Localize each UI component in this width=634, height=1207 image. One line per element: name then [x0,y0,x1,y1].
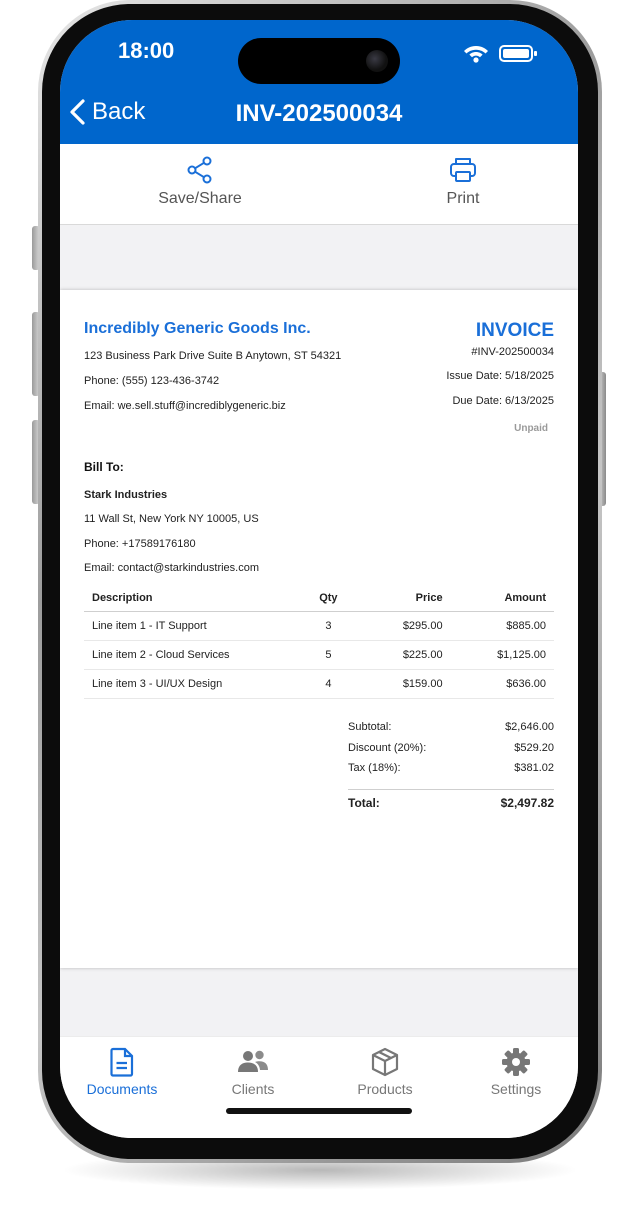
invoice-heading: INVOICE [475,320,554,341]
table-row: Line item 1 - IT Support 3 $295.00 $885.… [84,611,554,641]
tax-label: Tax (18%): [348,762,401,774]
nav-bar: Back INV-202500034 [60,90,578,144]
discount-row: Discount (20%): $529.20 [348,742,554,763]
table-header-row: Description Qty Price Amount [84,586,554,612]
tab-documents-label: Documents [86,1081,158,1097]
box-icon [371,1047,399,1077]
tab-clients-label: Clients [231,1081,275,1097]
total-label: Total: [348,795,380,810]
people-icon [238,1050,268,1072]
status-time: 18:00 [118,38,175,63]
tab-clients[interactable]: Clients [203,1047,303,1097]
save-share-button[interactable]: Save/Share [120,156,280,208]
document-icon [110,1047,134,1077]
discount-label: Discount (20%): [348,741,427,754]
status-bar: 18:00 [60,20,578,90]
line-items-table: Description Qty Price Amount Line item 1… [84,586,554,699]
column-header-amount: Amount [450,586,554,612]
client-address: 11 Wall St, New York NY 10005, US [84,513,259,525]
table-row: Line item 2 - Cloud Services 5 $225.00 $… [84,640,554,670]
issue-date: Issue Date: 5/18/2025 [446,370,554,382]
item-amount: $1,125.00 [450,640,554,670]
save-share-label: Save/Share [158,190,242,207]
screen: 18:00 Back INV-202500034 Save/Share Prin… [60,20,578,1138]
invoice-number: #INV-202500034 [471,346,554,358]
dynamic-island [238,38,400,84]
total-row: Total: $2,497.82 [348,796,554,817]
item-qty: 3 [300,611,357,641]
client-phone: Phone: +17589176180 [84,538,196,550]
tax-row: Tax (18%): $381.02 [348,762,554,783]
tab-settings[interactable]: Settings [466,1047,566,1097]
column-header-qty: Qty [300,586,357,612]
seller-email: Email: we.sell.stuff@incrediblygeneric.b… [84,400,286,412]
item-price: $159.00 [356,669,451,699]
client-email: Email: contact@starkindustries.com [84,562,260,574]
seller-name: Incredibly Generic Goods Inc. [84,320,311,337]
item-price: $225.00 [356,640,451,670]
wifi-icon [464,46,488,63]
discount-value: $529.20 [514,741,554,754]
totals-divider [348,788,554,796]
column-header-description: Description [84,586,301,612]
document-toolbar: Save/Share Print [60,144,578,225]
tax-value: $381.02 [514,762,554,774]
tab-bar: Documents Clients Products Settings [60,1036,578,1138]
seller-address: 123 Business Park Drive Suite B Anytown,… [84,350,342,362]
subtotal-row: Subtotal: $2,646.00 [348,721,554,742]
page-title: INV-202500034 [235,100,403,127]
status-icons [464,42,544,69]
print-label: Print [446,190,480,207]
seller-phone: Phone: (555) 123-436-3742 [84,375,220,387]
client-name: Stark Industries [84,489,168,501]
total-value: $2,497.82 [500,795,554,810]
item-description: Line item 2 - Cloud Services [84,640,301,670]
tab-products-label: Products [357,1081,413,1097]
totals-summary: Subtotal: $2,646.00 Discount (20%): $529… [348,721,554,816]
item-amount: $885.00 [450,611,554,641]
tab-products[interactable]: Products [335,1047,435,1097]
share-icon [187,156,212,184]
item-description: Line item 3 - UI/UX Design [84,669,301,699]
invoice-document: Incredibly Generic Goods Inc. 123 Busine… [60,290,578,968]
subtotal-label: Subtotal: [348,721,392,733]
item-qty: 5 [300,640,357,670]
status-badge: Unpaid [514,423,548,434]
column-header-price: Price [356,586,451,612]
bill-to-heading: Bill To: [84,460,124,474]
home-indicator[interactable] [226,1108,412,1114]
due-date: Due Date: 6/13/2025 [452,395,554,407]
print-button[interactable]: Print [383,156,543,208]
table-row: Line item 3 - UI/UX Design 4 $159.00 $63… [84,669,554,699]
subtotal-value: $2,646.00 [505,721,554,733]
printer-icon [450,158,476,182]
item-qty: 4 [300,669,357,699]
camera-icon [366,50,388,72]
item-price: $295.00 [356,611,451,641]
tab-settings-label: Settings [490,1081,542,1097]
item-description: Line item 1 - IT Support [84,611,301,641]
gear-icon [502,1048,530,1076]
item-amount: $636.00 [450,669,554,699]
battery-icon [499,45,537,62]
tab-documents[interactable]: Documents [72,1047,172,1097]
